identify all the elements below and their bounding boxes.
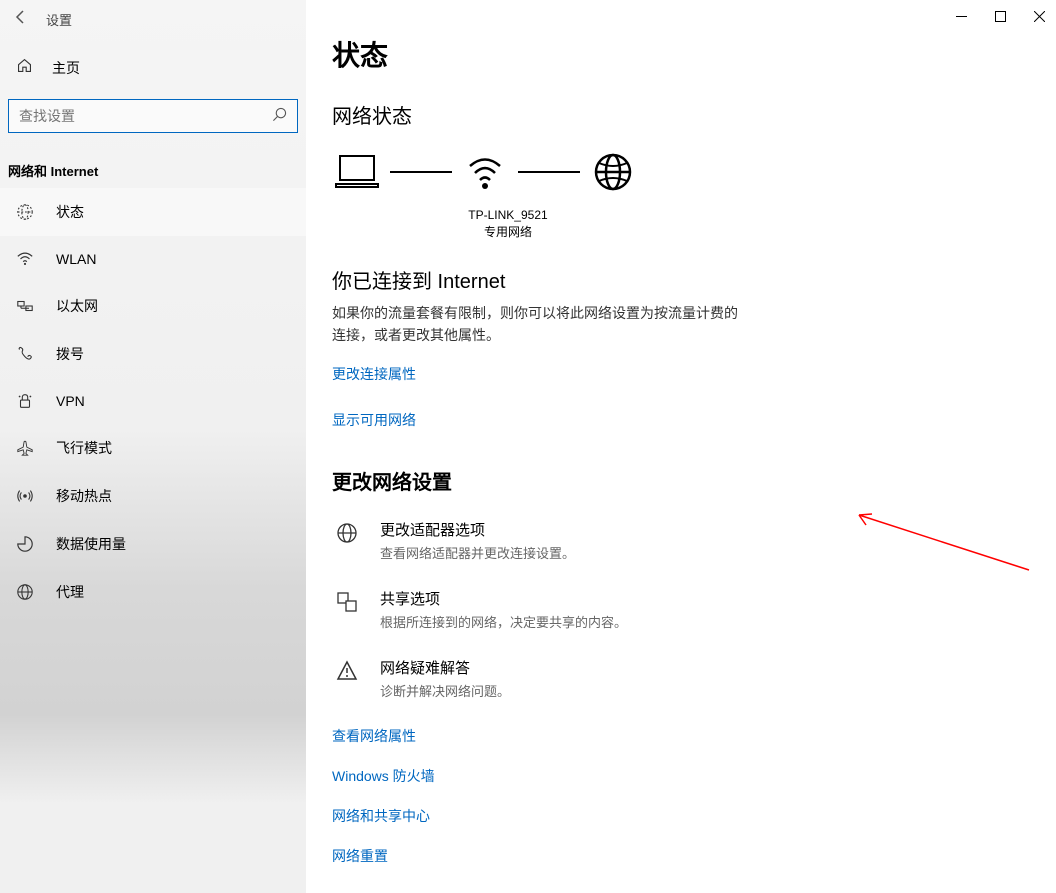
link-show-available-networks[interactable]: 显示可用网络	[332, 410, 416, 430]
page-title: 状态	[332, 34, 1032, 74]
option-title: 共享选项	[380, 588, 627, 609]
search-box[interactable]	[8, 99, 298, 133]
option-title: 网络疑难解答	[380, 657, 510, 678]
sidebar-item-label: VPN	[56, 393, 85, 409]
sharing-icon	[332, 588, 362, 614]
network-status-title: 网络状态	[332, 100, 1032, 129]
option-sharing[interactable]: 共享选项 根据所连接到的网络，决定要共享的内容。	[332, 588, 1032, 631]
home-icon	[16, 57, 34, 79]
option-troubleshoot[interactable]: 网络疑难解答 诊断并解决网络问题。	[332, 657, 1032, 700]
home-label: 主页	[52, 58, 80, 78]
connection-line	[390, 171, 452, 173]
window-title: 设置	[46, 10, 72, 29]
maximize-button[interactable]	[993, 9, 1007, 23]
sidebar: 设置 主页 网络和 Internet 状态 WLAN	[0, 0, 306, 893]
sidebar-item-label: 数据使用量	[56, 534, 126, 554]
hotspot-icon	[16, 487, 34, 505]
close-button[interactable]	[1032, 9, 1046, 23]
link-view-network-props[interactable]: 查看网络属性	[332, 726, 1032, 746]
back-button[interactable]	[12, 9, 28, 30]
sidebar-item-proxy[interactable]: 代理	[0, 568, 306, 616]
search-icon	[272, 107, 287, 126]
wifi-name: TP-LINK_9521	[418, 207, 598, 224]
sidebar-item-wlan[interactable]: WLAN	[0, 236, 306, 282]
sidebar-item-airplane[interactable]: 飞行模式	[0, 424, 306, 472]
search-input[interactable]	[19, 108, 272, 124]
sidebar-item-label: 状态	[56, 202, 84, 222]
connected-title: 你已连接到 Internet	[332, 265, 1032, 294]
sidebar-item-dialup[interactable]: 拨号	[0, 330, 306, 378]
change-settings-title: 更改网络设置	[332, 466, 1032, 495]
laptop-icon	[332, 151, 382, 193]
minimize-button[interactable]	[954, 9, 968, 23]
link-network-sharing-center[interactable]: 网络和共享中心	[332, 806, 1032, 826]
option-desc: 根据所连接到的网络，决定要共享的内容。	[380, 612, 627, 631]
vpn-icon	[16, 392, 34, 410]
wifi-icon	[16, 250, 34, 268]
wifi-labels: TP-LINK_9521 专用网络	[418, 207, 598, 241]
option-title: 更改适配器选项	[380, 519, 575, 540]
sidebar-item-datausage[interactable]: 数据使用量	[0, 520, 306, 568]
sidebar-item-label: 移动热点	[56, 486, 112, 506]
globe-icon	[16, 203, 34, 221]
network-diagram	[332, 151, 1032, 193]
internet-globe-icon	[588, 151, 638, 193]
sidebar-item-label: 拨号	[56, 344, 84, 364]
main-content: 状态 网络状态 TP-LINK_9521 专用网络 你已连接到 Internet…	[306, 0, 1056, 893]
proxy-icon	[16, 583, 34, 601]
option-desc: 诊断并解决网络问题。	[380, 681, 510, 700]
connected-desc: 如果你的流量套餐有限制，则你可以将此网络设置为按流量计费的连接，或者更改其他属性…	[332, 302, 742, 347]
ethernet-icon	[16, 297, 34, 315]
link-network-reset[interactable]: 网络重置	[332, 846, 1032, 866]
sidebar-item-hotspot[interactable]: 移动热点	[0, 472, 306, 520]
sidebar-home[interactable]: 主页	[0, 45, 306, 91]
option-desc: 查看网络适配器并更改连接设置。	[380, 543, 575, 562]
wifi-router-icon	[460, 151, 510, 193]
airplane-icon	[16, 439, 34, 457]
dialup-icon	[16, 345, 34, 363]
link-change-connection-props[interactable]: 更改连接属性	[332, 364, 416, 384]
sidebar-item-ethernet[interactable]: 以太网	[0, 282, 306, 330]
sidebar-item-vpn[interactable]: VPN	[0, 378, 306, 424]
sidebar-item-label: 代理	[56, 582, 84, 602]
connection-line	[518, 171, 580, 173]
link-windows-firewall[interactable]: Windows 防火墙	[332, 766, 1032, 786]
adapter-icon	[332, 519, 362, 545]
sidebar-item-status[interactable]: 状态	[0, 188, 306, 236]
datausage-icon	[16, 535, 34, 553]
sidebar-item-label: 以太网	[56, 296, 98, 316]
sidebar-item-label: 飞行模式	[56, 438, 112, 458]
option-adapter[interactable]: 更改适配器选项 查看网络适配器并更改连接设置。	[332, 519, 1032, 562]
troubleshoot-icon	[332, 657, 362, 683]
sidebar-item-label: WLAN	[56, 251, 96, 267]
wifi-type: 专用网络	[418, 224, 598, 241]
sidebar-section-header: 网络和 Internet	[0, 151, 306, 188]
